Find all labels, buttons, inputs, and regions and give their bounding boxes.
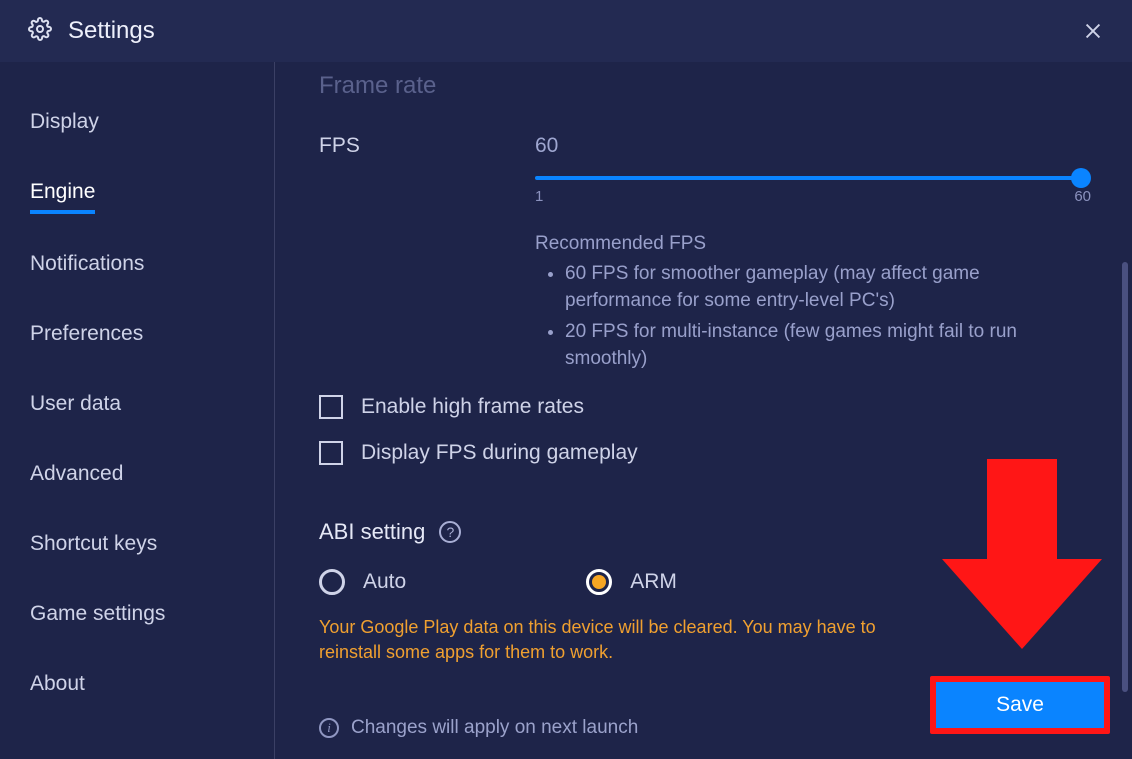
window-title: Settings xyxy=(68,17,155,45)
sidebar-item-shortcut-keys[interactable]: Shortcut keys xyxy=(30,524,157,564)
sidebar-item-user-data[interactable]: User data xyxy=(30,384,121,424)
footer-note: Changes will apply on next launch xyxy=(351,717,638,739)
abi-warning: Your Google Play data on this device wil… xyxy=(319,615,919,665)
sidebar-item-advanced[interactable]: Advanced xyxy=(30,454,123,494)
gear-icon xyxy=(28,17,52,46)
abi-radio-arm[interactable]: ARM xyxy=(586,569,677,595)
scrollbar[interactable] xyxy=(1122,262,1128,692)
high-fps-label: Enable high frame rates xyxy=(361,395,584,419)
slider-max: 60 xyxy=(1074,188,1091,205)
sidebar-item-engine[interactable]: Engine xyxy=(30,172,95,214)
abi-heading: ABI setting xyxy=(319,519,425,545)
annotation-arrow-icon xyxy=(942,459,1102,649)
info-icon: i xyxy=(319,718,339,738)
display-fps-checkbox[interactable] xyxy=(319,441,343,465)
title-bar: Settings xyxy=(0,0,1132,62)
abi-radio-auto[interactable]: Auto xyxy=(319,569,406,595)
recommended-item: 60 FPS for smoother gameplay (may affect… xyxy=(565,261,1065,315)
fps-slider[interactable] xyxy=(535,176,1081,180)
fps-slider-thumb[interactable] xyxy=(1071,168,1091,188)
sidebar-item-notifications[interactable]: Notifications xyxy=(30,244,144,284)
help-icon[interactable]: ? xyxy=(439,521,461,543)
recommended-item: 20 FPS for multi-instance (few games mig… xyxy=(565,319,1065,373)
sidebar-item-about[interactable]: About xyxy=(30,664,85,704)
save-button[interactable]: Save xyxy=(936,682,1104,728)
sidebar-item-preferences[interactable]: Preferences xyxy=(30,314,143,354)
frame-rate-heading: Frame rate xyxy=(319,72,1082,100)
display-fps-label: Display FPS during gameplay xyxy=(361,441,638,465)
slider-min: 1 xyxy=(535,188,543,205)
sidebar-item-game-settings[interactable]: Game settings xyxy=(30,594,165,634)
content-pane: Frame rate FPS 60 1 60 Recommended FPS 6… xyxy=(275,62,1132,759)
annotation-highlight: Save xyxy=(930,676,1110,734)
fps-value: 60 xyxy=(535,134,558,158)
close-button[interactable] xyxy=(1082,20,1104,42)
sidebar: Display Engine Notifications Preferences… xyxy=(0,62,275,759)
abi-auto-label: Auto xyxy=(363,570,406,594)
recommended-heading: Recommended FPS xyxy=(535,233,1082,255)
sidebar-item-display[interactable]: Display xyxy=(30,102,99,142)
fps-label: FPS xyxy=(319,134,535,158)
high-fps-checkbox[interactable] xyxy=(319,395,343,419)
abi-arm-label: ARM xyxy=(630,570,677,594)
